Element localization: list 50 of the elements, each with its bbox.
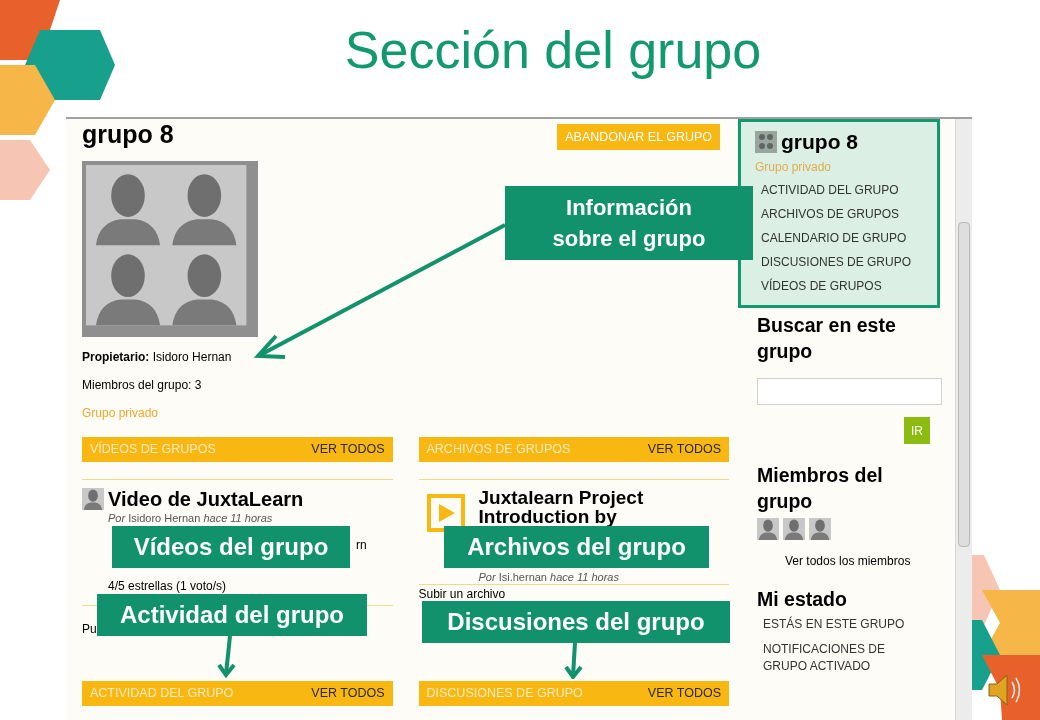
- text-fragment: Pu: [82, 621, 97, 636]
- see-all-link[interactable]: VER TODOS: [647, 440, 721, 459]
- callout-label: Vídeos del grupo: [112, 526, 350, 568]
- callout-label: Actividad del grupo: [97, 594, 367, 636]
- see-all-link[interactable]: VER TODOS: [311, 440, 385, 459]
- callout-label: Información sobre el grupo: [505, 186, 753, 260]
- owner-text: Propietario: Isidoro Hernan: [82, 349, 233, 366]
- sidebar-menu-item[interactable]: VÍDEOS DE GRUPOS: [761, 277, 923, 295]
- callout-label: Discusiones del grupo: [422, 601, 730, 643]
- callout-label: Archivos del grupo: [444, 526, 709, 568]
- user-avatar-icon: [82, 488, 104, 510]
- see-all-link[interactable]: VER TODOS: [647, 684, 721, 703]
- sidebar-menu-item[interactable]: ACTIVIDAD DEL GRUPO: [761, 181, 923, 199]
- member-avatar-icon: [783, 518, 805, 540]
- module-title: ACTIVIDAD DEL GRUPO: [90, 685, 234, 703]
- callout-arrow-drawing: [563, 643, 585, 679]
- scrollbar[interactable]: [955, 119, 972, 720]
- video-file-icon[interactable]: [426, 494, 465, 534]
- all-members-link[interactable]: Ver todos los miembros: [785, 552, 928, 570]
- callout-arrow-drawing: [216, 636, 238, 678]
- search-heading: Buscar en este grupo: [757, 313, 897, 364]
- member-avatar-icon: [757, 518, 779, 540]
- member-avatar-icon: [809, 518, 831, 540]
- upload-file-link[interactable]: Subir un archivo: [418, 587, 506, 601]
- status-item: NOTIFICACIONES DE GRUPO ACTIVADO: [763, 641, 886, 675]
- file-title: Juxtalearn Project Introduction by: [478, 488, 645, 526]
- module-title: VÍDEOS DE GRUPOS: [90, 440, 216, 459]
- status-item: ESTÁS EN ESTE GRUPO: [763, 616, 906, 633]
- module-title: DISCUSIONES DE GRUPO: [426, 685, 583, 703]
- search-field[interactable]: [757, 378, 942, 405]
- privacy-text: Grupo privado: [82, 405, 160, 422]
- group-title: grupo 8: [82, 119, 174, 149]
- sidebar-group-title: grupo 8: [781, 129, 858, 155]
- sidebar-menu-item[interactable]: DISCUSIONES DE GRUPO: [761, 253, 923, 271]
- video-byline: Por Isidoro Hernan hace 11 horas: [108, 511, 274, 526]
- sidebar-menu-item[interactable]: ARCHIVOS DE GRUPOS: [761, 205, 923, 223]
- slide-title: Sección del grupo: [344, 19, 762, 81]
- see-all-link[interactable]: VER TODOS: [311, 684, 385, 703]
- video-title: Video de JuxtaLearn: [108, 488, 305, 510]
- sidebar-privacy-text: Grupo privado: [755, 158, 833, 176]
- speaker-icon[interactable]: [985, 672, 1023, 708]
- text-fragment: rn: [356, 537, 367, 552]
- file-byline: Por Isi.hernan hace 11 horas: [478, 571, 620, 583]
- rating-text: 4/5 estrellas (1 voto/s): [108, 578, 228, 593]
- group-icon: [755, 130, 777, 153]
- members-heading: Miembros del grupo: [757, 463, 884, 514]
- module-title: ARCHIVOS DE GRUPOS: [426, 441, 571, 459]
- sidebar-menu-item[interactable]: CALENDARIO DE GRUPO: [761, 229, 923, 247]
- status-heading: Mi estado: [757, 587, 848, 612]
- members-count-text: Miembros del grupo: 3: [82, 377, 203, 394]
